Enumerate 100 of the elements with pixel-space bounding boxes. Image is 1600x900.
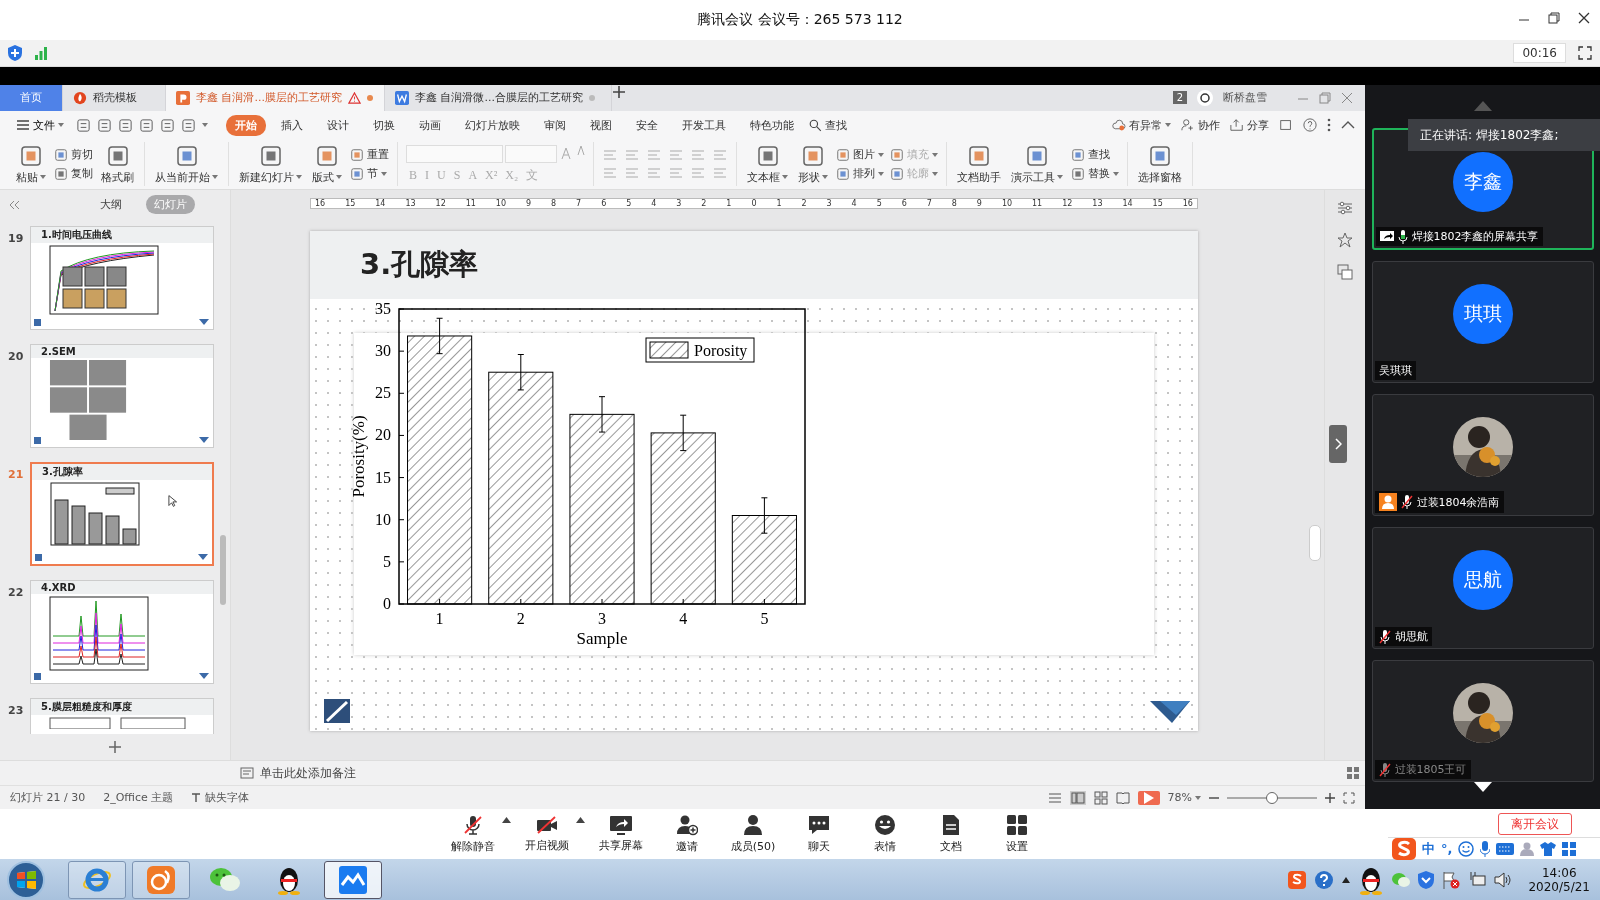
window-count[interactable]: 2 — [1172, 91, 1187, 105]
ribbon-button[interactable]: 演示工具 — [1009, 143, 1065, 185]
scrollbar-thumb[interactable] — [1309, 524, 1321, 561]
toolbar-button[interactable]: 设置 — [984, 814, 1050, 854]
ribbon-button[interactable]: 文档助手 — [955, 143, 1003, 185]
tray-expand-icon[interactable] — [1342, 877, 1351, 883]
chevron-up-icon[interactable] — [1341, 120, 1355, 131]
ribbon-button[interactable]: 复制 — [54, 166, 93, 182]
scroll-up-icon[interactable] — [1473, 101, 1492, 111]
new-tab-icon[interactable] — [612, 85, 626, 99]
ribbon-button[interactable]: 重置 — [350, 147, 389, 163]
play-button[interactable] — [1137, 790, 1160, 805]
scrollbar-thumb[interactable] — [220, 534, 226, 605]
ribbon-button[interactable]: 从当前开始 — [153, 143, 220, 185]
toolbar-button[interactable]: 表情 — [852, 814, 918, 854]
ribbon-tab[interactable]: 插入 — [272, 114, 312, 136]
toolbar-button[interactable]: 文档 — [918, 814, 984, 854]
search-button[interactable]: 查找 — [809, 117, 847, 133]
zoom-in-icon[interactable] — [1325, 792, 1335, 803]
toolbar-button[interactable]: 解除静音 — [440, 814, 506, 854]
help-icon[interactable] — [1314, 870, 1335, 890]
slide-thumbnail[interactable]: 4.XRD — [30, 579, 214, 684]
keyboard-icon[interactable] — [1496, 841, 1515, 856]
toolbar-button[interactable]: 邀请 — [654, 814, 720, 854]
collapse-left-icon[interactable] — [8, 199, 20, 210]
missing-font-button[interactable]: 缺失字体 — [191, 790, 250, 806]
toolbar-button[interactable]: 成员(50) — [720, 814, 786, 854]
fullscreen-icon[interactable] — [1578, 46, 1592, 60]
start-orb-icon[interactable] — [6, 860, 46, 900]
more-icon[interactable] — [1327, 118, 1331, 133]
document-tab[interactable]: 李鑫 自润滑微...合膜层的工艺研究 — [385, 85, 612, 111]
slide-thumbnail[interactable]: 5.膜层粗糙度和厚度 — [30, 697, 214, 734]
ribbon-tab[interactable]: 审阅 — [535, 114, 575, 136]
toolbar-action[interactable]: 分享 — [1230, 117, 1269, 133]
volume-icon[interactable] — [1494, 872, 1513, 888]
close-icon[interactable] — [1578, 12, 1590, 24]
toolbar-action[interactable]: 有异常 — [1111, 117, 1171, 133]
microphone-icon[interactable] — [1480, 840, 1491, 857]
shirt-icon[interactable] — [1540, 841, 1557, 856]
panel-toggle[interactable] — [1329, 424, 1347, 463]
copy-icon[interactable] — [1337, 263, 1353, 280]
list-icon[interactable] — [1047, 791, 1062, 804]
slide-thumbnail[interactable]: 2.SEM — [30, 343, 214, 448]
ribbon-tab[interactable]: 视图 — [581, 114, 621, 136]
ribbon-tab[interactable]: 切换 — [364, 114, 404, 136]
restore-icon[interactable] — [1548, 12, 1560, 24]
ribbon-tab[interactable]: 动画 — [410, 114, 450, 136]
ime-logo-icon[interactable] — [1288, 871, 1307, 889]
ribbon-button[interactable]: 形状 — [796, 143, 830, 185]
leave-meeting-button[interactable]: 离开会议 — [1498, 813, 1572, 835]
book-icon[interactable] — [1115, 790, 1130, 805]
ribbon-button[interactable]: 查找 — [1071, 147, 1119, 163]
ribbon-tab[interactable]: 设计 — [318, 114, 358, 136]
ribbon-button[interactable]: 替换 — [1071, 166, 1119, 182]
input-mode[interactable]: 中 — [1422, 839, 1435, 858]
user-icon[interactable] — [1520, 841, 1535, 856]
ribbon-tab[interactable]: 安全 — [627, 114, 667, 136]
network-icon[interactable] — [1468, 871, 1487, 889]
document-tab[interactable]: 首页 — [0, 85, 63, 111]
punctuation-mode[interactable]: °, — [1441, 841, 1453, 856]
toolbar-button[interactable]: 开启视频 — [514, 815, 580, 853]
collapse-icon[interactable] — [1279, 118, 1293, 133]
add-slide-icon[interactable] — [108, 739, 122, 754]
sliders-icon[interactable] — [1337, 199, 1353, 216]
fit-icon[interactable] — [1343, 791, 1355, 804]
file-menu[interactable]: 文件 — [10, 116, 70, 134]
ribbon-button[interactable]: 选择窗格 — [1136, 143, 1184, 185]
caret-up-icon[interactable] — [502, 817, 511, 823]
ribbon-button[interactable]: 剪切 — [54, 147, 93, 163]
ribbon-button[interactable]: 粘贴 — [14, 143, 48, 185]
video-tile[interactable]: 琪琪 吴琪琪 — [1371, 261, 1594, 383]
user-name[interactable]: 断桥盘雪 — [1223, 90, 1267, 106]
toolbar-action[interactable]: 协作 — [1181, 117, 1220, 133]
ribbon-button[interactable]: 文本框 — [745, 143, 790, 185]
font-size-field[interactable] — [505, 144, 557, 163]
taskbar-clock[interactable]: 14:06 2020/5/21 — [1528, 866, 1590, 894]
document-tab[interactable]: 李鑫 自润滑...膜层的工艺研究 — [166, 85, 385, 111]
ribbon-tab[interactable]: 开发工具 — [673, 114, 735, 136]
ribbon-button[interactable]: 新建幻灯片 — [237, 143, 304, 185]
ribbon-button[interactable]: 版式 — [310, 143, 344, 185]
shield-icon[interactable] — [1418, 871, 1435, 889]
star-icon[interactable] — [1337, 231, 1353, 248]
video-tile[interactable]: 过装1805王可 — [1371, 660, 1594, 782]
ribbon-tab[interactable]: 幻灯片放映 — [456, 114, 529, 136]
flag-icon[interactable] — [1442, 871, 1461, 889]
slide-thumbnail[interactable]: 3.孔隙率 — [30, 461, 214, 566]
ribbon-button[interactable]: 节 — [350, 166, 389, 182]
toolbar-button[interactable]: 聊天 — [786, 814, 852, 854]
slider-thumb[interactable] — [1266, 791, 1278, 804]
notes-placeholder[interactable]: 单击此处添加备注 — [260, 764, 356, 782]
caret-up-icon[interactable] — [576, 817, 585, 823]
taskbar-app[interactable] — [324, 861, 382, 899]
video-tile[interactable]: 思航 胡思航 — [1371, 527, 1594, 649]
slide-thumbnail[interactable]: 1.时间电压曲线 — [30, 225, 214, 330]
toolbar-button[interactable]: 共享屏幕 — [588, 815, 654, 853]
font-name-field[interactable] — [406, 144, 503, 163]
grid-icon[interactable] — [1347, 767, 1359, 780]
grid-icon[interactable] — [1562, 841, 1577, 856]
video-tile[interactable]: 过装1804余浩南 — [1371, 394, 1594, 516]
smiley-icon[interactable] — [1458, 840, 1475, 857]
